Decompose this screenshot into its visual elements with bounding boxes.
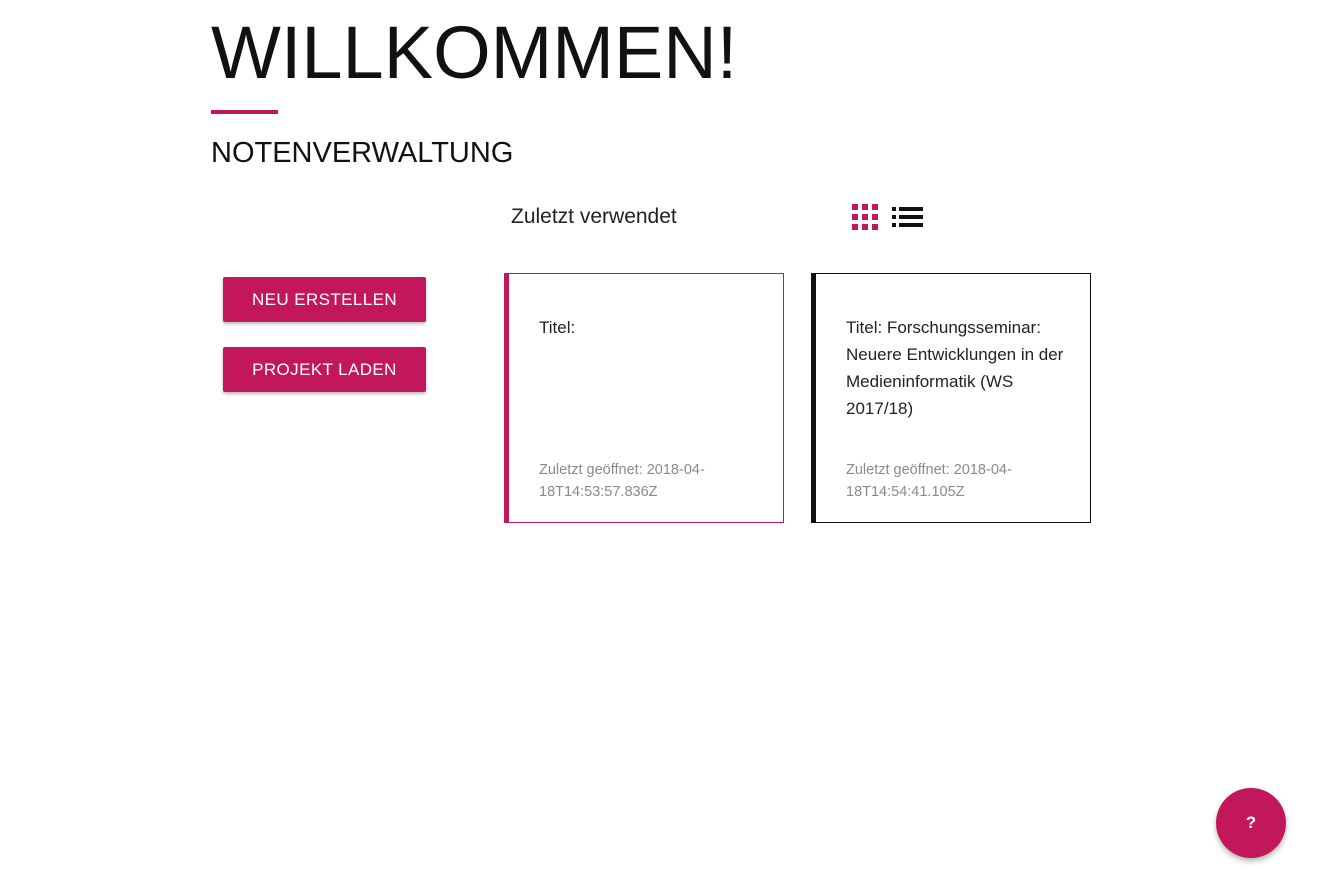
project-card-last-opened: Zuletzt geöffnet: 2018-04-18T14:54:41.10…: [846, 462, 1012, 500]
grid-view-icon: [851, 203, 878, 230]
project-card[interactable]: Titel: Zuletzt geöffnet: 2018-04-18T14:5…: [504, 273, 784, 523]
page-subtitle: NOTENVERWALTUNG: [211, 137, 514, 169]
page-title: WILLKOMMEN!: [211, 11, 738, 94]
project-card-title: Titel:: [539, 318, 576, 337]
project-card-last-opened: Zuletzt geöffnet: 2018-04-18T14:53:57.83…: [539, 462, 705, 500]
title-underline: [211, 110, 278, 114]
load-project-button[interactable]: PROJEKT LADEN: [223, 347, 426, 392]
page: WILLKOMMEN! NOTENVERWALTUNG Zuletzt verw…: [0, 0, 1323, 869]
help-button[interactable]: ?: [1216, 788, 1286, 858]
list-view-toggle[interactable]: [891, 202, 923, 232]
grid-view-toggle[interactable]: [849, 202, 881, 232]
recent-heading: Zuletzt verwendet: [511, 205, 677, 228]
list-view-icon: [891, 207, 923, 227]
new-project-button[interactable]: NEU ERSTELLEN: [223, 277, 426, 322]
project-card[interactable]: Titel: Forschungsseminar: Neuere Entwick…: [811, 273, 1091, 523]
project-card-title: Titel: Forschungsseminar: Neuere Entwick…: [846, 318, 1064, 418]
